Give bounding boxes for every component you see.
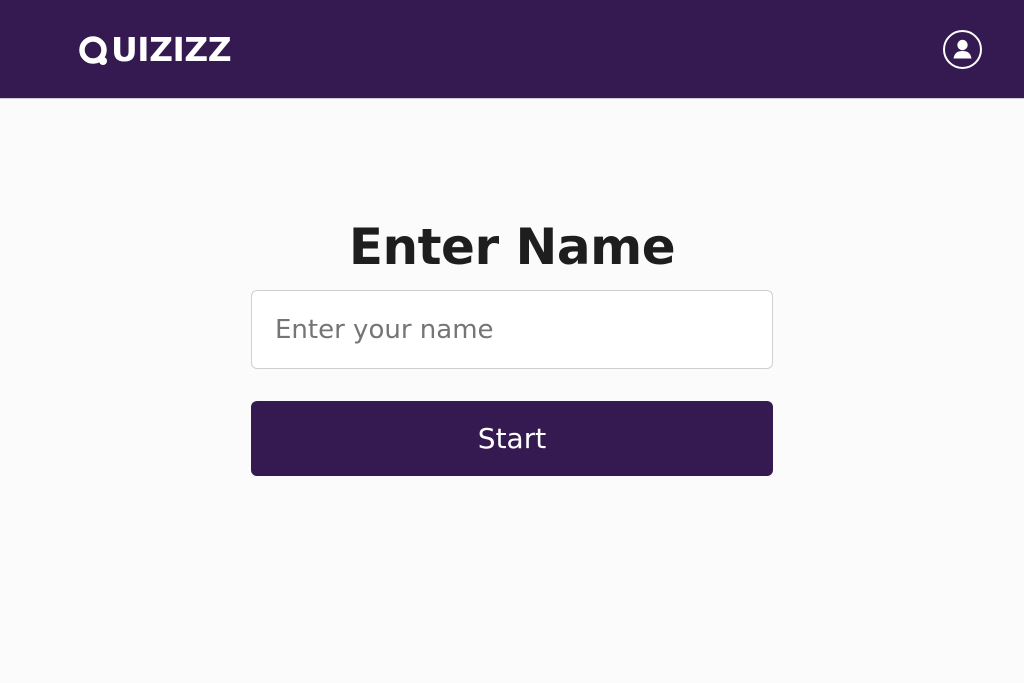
name-input[interactable] [251,290,773,369]
page-title: Enter Name [348,217,676,276]
top-navigation-bar: UIZIZZ [0,0,1024,99]
quizizz-q-logo-icon [78,35,109,66]
profile-button[interactable] [943,30,982,69]
user-circle-icon [953,39,972,59]
start-button[interactable]: Start [251,401,773,476]
logo-wordmark: UIZIZZ [111,30,232,69]
quizizz-logo[interactable]: UIZIZZ [78,30,232,70]
